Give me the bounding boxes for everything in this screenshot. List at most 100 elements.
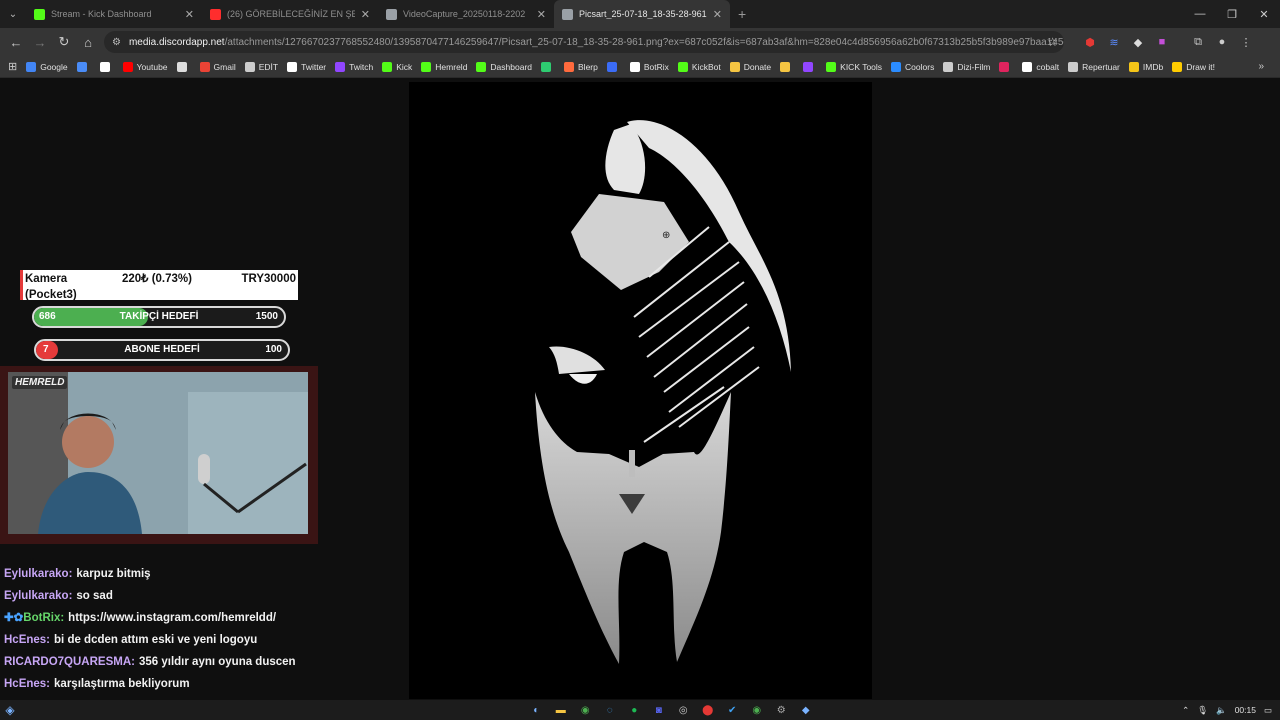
extension-purple-icon[interactable]: ■ — [1150, 28, 1174, 56]
edge-icon[interactable]: ◌ — [598, 700, 623, 720]
tab-favicon-icon — [562, 8, 573, 20]
forward-icon[interactable]: → — [28, 35, 52, 50]
browser-menu-icon[interactable]: ⋮ — [1234, 28, 1258, 56]
bookmark-item[interactable]: Dizi-Film — [943, 61, 990, 72]
kick-icon — [476, 61, 487, 72]
bookmark-item[interactable] — [76, 61, 91, 72]
clock[interactable]: 00:15 — [1235, 705, 1256, 715]
extension-diamond-icon[interactable]: ◆ — [1126, 28, 1150, 56]
discord-icon[interactable]: ◙ — [647, 700, 672, 720]
chat-text: bi de dcden attım eski ve yeni logoyu — [54, 634, 258, 646]
viewed-image[interactable]: ⊕ — [409, 82, 872, 699]
reload-icon[interactable]: ↻ — [52, 34, 76, 50]
bookmark-item[interactable]: Twitter — [287, 61, 326, 72]
url-path: /attachments/1276670237768552480/1395870… — [224, 36, 1064, 48]
bookmark-item[interactable]: Repertuar — [1068, 61, 1120, 72]
bookmark-item[interactable] — [999, 61, 1013, 72]
browser-tab[interactable]: Stream - Kick Dashboard ✕ — [26, 0, 202, 28]
new-tab-button[interactable]: + — [738, 6, 746, 22]
spotify-icon[interactable]: ● — [622, 700, 647, 720]
restore-icon[interactable]: ❐ — [1216, 0, 1248, 28]
obs-icon[interactable]: ◎ — [671, 700, 696, 720]
bookmark-item[interactable]: Coolors — [891, 61, 934, 72]
apps-grid-icon[interactable]: ⊞ — [8, 60, 17, 73]
bookmark-item[interactable]: KickBot — [677, 61, 721, 72]
bookmark-item[interactable]: Hemreld — [421, 61, 467, 72]
profile-avatar[interactable]: ● — [1210, 28, 1234, 56]
x-icon — [287, 61, 298, 72]
chat-message: HcEnes: karşılaştırma bekliyorum — [4, 676, 190, 692]
chat-username[interactable]: HcEnes: — [4, 678, 50, 690]
bookmark-item[interactable] — [176, 61, 191, 72]
tab-close-icon[interactable]: ✕ — [361, 8, 370, 21]
check-app-icon[interactable]: ✔ — [720, 700, 745, 720]
address-bar[interactable]: ⚙ media.discordapp.net /attachments/1276… — [104, 31, 1064, 53]
bookmark-item[interactable] — [780, 61, 794, 72]
file-explorer-icon[interactable]: ▬ — [549, 700, 574, 720]
bookmark-item[interactable] — [541, 61, 555, 72]
browser-tab[interactable]: VideoCapture_20250118-2202 ✕ — [378, 0, 554, 28]
bookmark-item[interactable]: Google — [26, 61, 68, 72]
settings-icon[interactable]: ⚙ — [769, 700, 794, 720]
tab-favicon-icon — [210, 8, 221, 20]
bookmark-item[interactable]: Dashboard — [476, 61, 532, 72]
red-app-icon[interactable]: ⬤ — [696, 700, 721, 720]
taskbar: ◈ ◐ ▬ ◉ ◌ ● ◙ ◎ ⬤ ✔ ◉ ⚙ ◆ ⌃ 🎙 🔈 00:15 ▭ — [0, 700, 1280, 720]
tray-chevron-icon[interactable]: ⌃ — [1182, 705, 1189, 716]
bookmark-item[interactable]: cobalt — [1022, 61, 1060, 72]
webcam-feed: HEMRELD — [8, 372, 308, 534]
bookmark-item[interactable]: Gmail — [199, 61, 236, 72]
bookmark-item[interactable]: Blerp — [564, 61, 598, 72]
kick-icon — [826, 61, 837, 72]
bookmark-item[interactable]: Twitch — [335, 61, 374, 72]
back-icon[interactable]: ← — [4, 35, 28, 50]
tab-favicon-icon — [34, 8, 45, 20]
bookmark-item[interactable]: BotRix — [629, 61, 669, 72]
tab-search-icon[interactable]: ⌄ — [0, 9, 26, 20]
bookmark-item[interactable]: EDİT — [244, 61, 278, 72]
chat-username[interactable]: BotRix: — [23, 612, 64, 624]
bookmark-item[interactable]: KICK Tools — [826, 61, 882, 72]
bookmark-item[interactable] — [606, 61, 621, 72]
microphone-icon[interactable]: 🎙 — [1197, 705, 1208, 716]
chat-text: https://www.instagram.com/hemreldd/ — [68, 612, 277, 624]
browser-tab[interactable]: Picsart_25-07-18_18-35-28-961 ✕ — [554, 0, 730, 28]
tab-close-icon[interactable]: ✕ — [537, 8, 546, 21]
copilot-icon[interactable]: ◐ — [524, 700, 549, 720]
site-info-icon[interactable]: ⚙ — [112, 37, 121, 48]
bookmark-label: Twitch — [349, 61, 374, 72]
extension-red-icon[interactable]: ⬢ — [1078, 28, 1102, 56]
bookmark-label: cobalt — [1036, 61, 1060, 72]
bookmark-item[interactable]: Draw it! — [1172, 61, 1215, 72]
close-window-icon[interactable]: ✕ — [1248, 0, 1280, 28]
widgets-icon[interactable]: ◈ — [0, 703, 20, 717]
tab-close-icon[interactable]: ✕ — [713, 8, 722, 21]
bookmark-item[interactable] — [99, 61, 114, 72]
webcam-frame: HEMRELD — [0, 366, 318, 544]
tab-close-icon[interactable]: ✕ — [185, 8, 194, 21]
bookmark-item[interactable]: Kick — [382, 61, 412, 72]
minimize-icon[interactable]: — — [1184, 0, 1216, 28]
chat-username[interactable]: RICARDO7QUARESMA: — [4, 656, 135, 668]
bookmark-star-icon[interactable]: ☆ — [1047, 35, 1058, 49]
app-icon[interactable]: ◆ — [794, 700, 819, 720]
chat-text: 356 yıldır aynı oyuna duscen — [138, 656, 296, 668]
bookmark-item[interactable]: IMDb — [1128, 61, 1163, 72]
notification-icon[interactable]: ▭ — [1264, 705, 1272, 716]
volume-icon[interactable]: 🔈 — [1216, 705, 1227, 716]
home-icon[interactable]: ⌂ — [76, 35, 100, 50]
chat-username[interactable]: Eylulkarako: — [4, 590, 72, 602]
photo-icon — [176, 61, 187, 72]
browser-tab[interactable]: (26) GÖREBİLECEĞİNİZ EN ŞEY ✕ — [202, 0, 378, 28]
chat-username[interactable]: Eylulkarako: — [4, 568, 72, 580]
chat-username[interactable]: HcEnes: — [4, 634, 50, 646]
extension-wave-icon[interactable]: ≋ — [1102, 28, 1126, 56]
tab-title: Stream - Kick Dashboard — [51, 9, 152, 19]
bookmark-item[interactable]: Youtube — [122, 61, 168, 72]
chrome-icon[interactable]: ◉ — [573, 700, 598, 720]
bookmarks-overflow-icon[interactable]: » — [1258, 61, 1264, 72]
chrome-secondary-icon[interactable]: ◉ — [745, 700, 770, 720]
bookmark-item[interactable]: Donate — [729, 61, 771, 72]
extensions-puzzle-icon[interactable]: ⧉ — [1186, 28, 1210, 56]
bookmark-item[interactable] — [803, 61, 817, 72]
